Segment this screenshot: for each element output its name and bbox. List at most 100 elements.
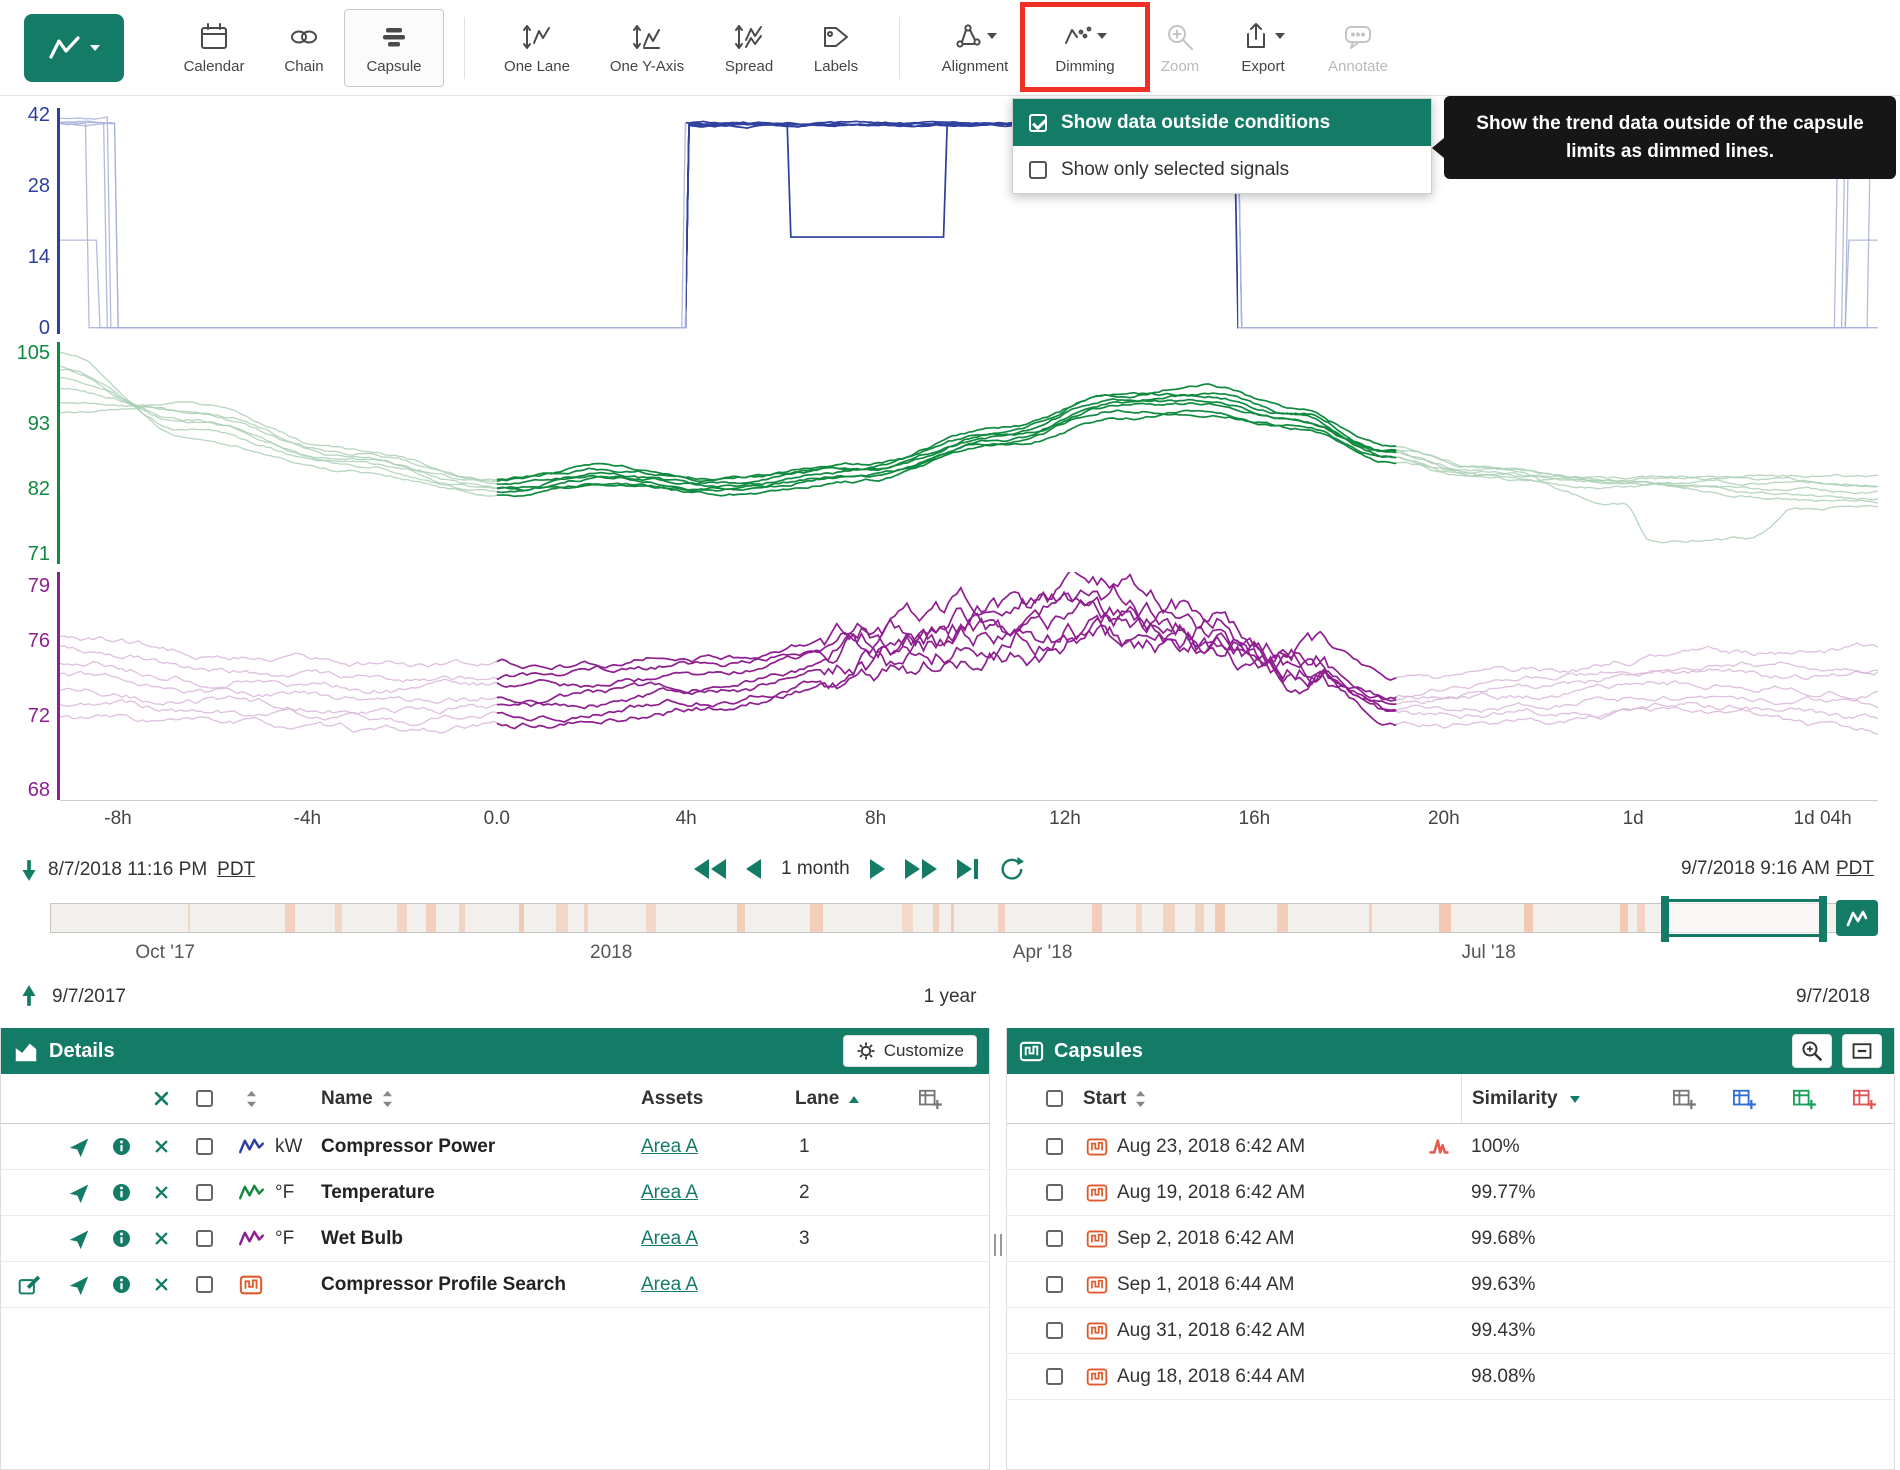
- collapse-panel-button[interactable]: [1842, 1034, 1882, 1068]
- row-checkbox[interactable]: [1046, 1276, 1063, 1293]
- asset-link[interactable]: Area A: [641, 1228, 698, 1250]
- toolbar-item-chain[interactable]: Chain: [264, 5, 344, 91]
- sort-ascending-icon[interactable]: [847, 1092, 861, 1106]
- investigate-range-duration[interactable]: 1 year: [0, 986, 1900, 1008]
- capsule-row[interactable]: Aug 18, 2018 6:44 AM 98.08%: [1007, 1354, 1894, 1400]
- add-stat-column-red-icon[interactable]: [1852, 1088, 1876, 1110]
- column-header-lane[interactable]: Lane: [795, 1088, 839, 1110]
- column-header-name[interactable]: Name: [321, 1088, 373, 1110]
- remove-all-icon[interactable]: [141, 1090, 181, 1107]
- send-icon[interactable]: [57, 1228, 101, 1250]
- add-stat-column-blue-icon[interactable]: [1732, 1088, 1756, 1110]
- row-checkbox[interactable]: [196, 1276, 213, 1293]
- capsule-row[interactable]: Sep 1, 2018 6:44 AM 99.63%: [1007, 1262, 1894, 1308]
- toolbar-item-capsule[interactable]: Capsule: [344, 9, 444, 87]
- x-axis-tick-label: 1d 04h: [1794, 808, 1852, 830]
- capsule-time-toggle-button[interactable]: [1836, 900, 1878, 936]
- page-forward-button[interactable]: [870, 859, 885, 879]
- gear-icon: [856, 1041, 876, 1061]
- trend-view-button[interactable]: [24, 14, 124, 82]
- timeline-selection-window[interactable]: [1664, 899, 1824, 937]
- edit-icon[interactable]: [1, 1273, 57, 1297]
- capsule-row[interactable]: Aug 31, 2018 6:42 AM 99.43%: [1007, 1308, 1894, 1354]
- table-row[interactable]: °F Temperature Area A 2: [1, 1170, 989, 1216]
- toolbar-item-calendar[interactable]: Calendar: [164, 5, 264, 91]
- capsule-row[interactable]: Aug 19, 2018 6:42 AM 99.77%: [1007, 1170, 1894, 1216]
- row-checkbox[interactable]: [196, 1138, 213, 1155]
- remove-icon[interactable]: [141, 1185, 181, 1200]
- asset-link[interactable]: Area A: [641, 1274, 698, 1296]
- send-icon[interactable]: [57, 1136, 101, 1158]
- sort-by-start-icon[interactable]: [1134, 1089, 1147, 1109]
- step-to-end-button[interactable]: [957, 859, 978, 879]
- sort-by-name-icon[interactable]: [381, 1089, 394, 1109]
- zoom-to-capsule-button[interactable]: [1792, 1034, 1832, 1068]
- info-icon[interactable]: [101, 1274, 141, 1295]
- customize-button[interactable]: Customize: [843, 1035, 977, 1067]
- lane-wet-bulb[interactable]: [60, 572, 1878, 800]
- column-header-similarity[interactable]: Similarity: [1472, 1088, 1558, 1110]
- toolbar-item-dimming[interactable]: Dimming: [1030, 5, 1140, 91]
- refresh-icon[interactable]: [998, 856, 1024, 882]
- table-row[interactable]: kW Compressor Power Area A 1: [1, 1124, 989, 1170]
- row-checkbox[interactable]: [1046, 1230, 1063, 1247]
- lane-temperature[interactable]: [60, 342, 1878, 564]
- info-icon[interactable]: [101, 1136, 141, 1157]
- capsule-row[interactable]: Aug 23, 2018 6:42 AM 100%: [1007, 1124, 1894, 1170]
- row-checkbox[interactable]: [1046, 1184, 1063, 1201]
- info-icon[interactable]: [101, 1182, 141, 1203]
- row-checkbox[interactable]: [1046, 1322, 1063, 1339]
- menu-item-show-only-selected-signals[interactable]: Show only selected signals: [1013, 146, 1431, 193]
- capsule-row[interactable]: Sep 2, 2018 6:42 AM 99.68%: [1007, 1216, 1894, 1262]
- toolbar-item-annotate: Annotate: [1306, 5, 1410, 91]
- table-row[interactable]: °F Wet Bulb Area A 3: [1, 1216, 989, 1262]
- remove-icon[interactable]: [141, 1139, 181, 1154]
- page-forward-fast-button[interactable]: [905, 859, 937, 879]
- toolbar-item-alignment[interactable]: Alignment: [920, 5, 1030, 91]
- asset-link[interactable]: Area A: [641, 1182, 698, 1204]
- table-row[interactable]: Compressor Profile Search Area A: [1, 1262, 989, 1308]
- add-column-icon[interactable]: [871, 1088, 989, 1110]
- panel-resize-divider[interactable]: [990, 1028, 1006, 1470]
- checkbox-unchecked[interactable]: [1029, 161, 1047, 179]
- similarity-value: 100%: [1461, 1136, 1894, 1158]
- row-checkbox[interactable]: [196, 1184, 213, 1201]
- toolbar-item-labels[interactable]: Labels: [793, 5, 879, 91]
- remove-icon[interactable]: [141, 1231, 181, 1246]
- send-icon[interactable]: [57, 1182, 101, 1204]
- overview-timeline-scrubber[interactable]: [50, 903, 1878, 933]
- selection-right-handle[interactable]: [1819, 896, 1827, 942]
- toolbar-item-one-y-axis[interactable]: One Y-Axis: [589, 5, 705, 91]
- select-all-checkbox[interactable]: [1046, 1090, 1063, 1107]
- row-checkbox[interactable]: [1046, 1368, 1063, 1385]
- page-back-fast-button[interactable]: [694, 859, 726, 879]
- sort-descending-icon[interactable]: [1568, 1092, 1582, 1106]
- y-axis-tick-label: 42: [4, 104, 50, 127]
- asset-link[interactable]: Area A: [641, 1136, 698, 1158]
- toolbar-item-one-lane[interactable]: One Lane: [485, 5, 589, 91]
- step-back-arrow-icon[interactable]: [20, 858, 38, 882]
- toolbar-item-spread[interactable]: Spread: [705, 5, 793, 91]
- timezone-link[interactable]: PDT: [1836, 858, 1874, 880]
- checkbox-checked[interactable]: [1029, 114, 1047, 132]
- trend-chart[interactable]: 422814010593827179767268 -8h-4h0.04h8h12…: [0, 96, 1900, 851]
- timezone-link[interactable]: PDT: [217, 859, 255, 881]
- y-axis-tick-label: 79: [4, 575, 50, 598]
- duration-label[interactable]: 1 month: [781, 858, 850, 880]
- page-back-button[interactable]: [746, 859, 761, 879]
- remove-icon[interactable]: [141, 1277, 181, 1292]
- capsule-occurrence-mark: [584, 904, 588, 932]
- column-header-start[interactable]: Start: [1083, 1088, 1126, 1110]
- toolbar-item-export[interactable]: Export: [1220, 5, 1306, 91]
- row-checkbox[interactable]: [196, 1230, 213, 1247]
- add-column-icon[interactable]: [1672, 1088, 1696, 1110]
- add-stat-column-green-icon[interactable]: [1792, 1088, 1816, 1110]
- column-header-assets[interactable]: Assets: [641, 1088, 781, 1110]
- info-icon[interactable]: [101, 1228, 141, 1249]
- menu-item-show-data-outside-conditions[interactable]: Show data outside conditions: [1013, 99, 1431, 146]
- row-checkbox[interactable]: [1046, 1138, 1063, 1155]
- send-icon[interactable]: [57, 1274, 101, 1296]
- select-all-checkbox[interactable]: [196, 1090, 213, 1107]
- sort-by-type-icon[interactable]: [227, 1089, 275, 1109]
- selection-left-handle[interactable]: [1661, 896, 1669, 942]
